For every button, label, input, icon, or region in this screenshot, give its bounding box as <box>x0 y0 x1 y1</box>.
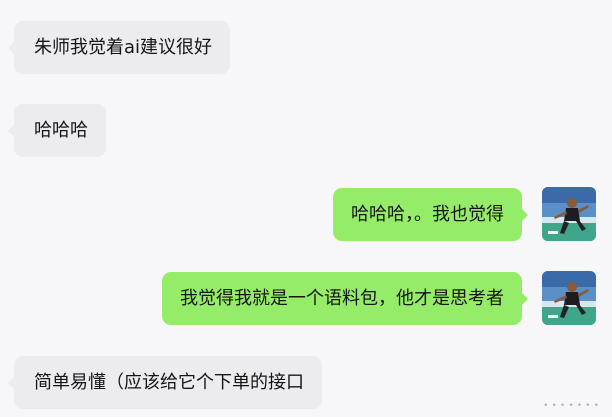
message-text: 哈哈哈，。我也觉得 <box>351 204 504 225</box>
message-text: 哈哈哈 <box>34 120 88 141</box>
outgoing-message-bubble[interactable]: 我觉得我就是一个语料包，他才是思考者 <box>162 272 528 325</box>
message-text: 朱师我觉着ai建议很好 <box>34 37 213 58</box>
incoming-message-bubble[interactable]: 朱师我觉着ai建议很好 <box>7 21 231 74</box>
message-text: 我觉得我就是一个语料包，他才是思考者 <box>180 288 504 309</box>
incoming-message-bubble[interactable]: 哈哈哈 <box>8 104 106 157</box>
user-avatar[interactable] <box>542 187 596 241</box>
avatar-photo-icon <box>542 187 596 241</box>
outgoing-message-bubble[interactable]: 哈哈哈，。我也觉得 <box>333 188 528 241</box>
incoming-message-bubble[interactable]: 简单易懂（应该给它个下单的接口 <box>8 356 322 409</box>
user-avatar[interactable] <box>542 271 596 325</box>
avatar-photo-icon <box>542 271 596 325</box>
more-dots-icon: ••••••• <box>543 401 602 411</box>
message-text: 简单易懂（应该给它个下单的接口 <box>34 372 304 393</box>
